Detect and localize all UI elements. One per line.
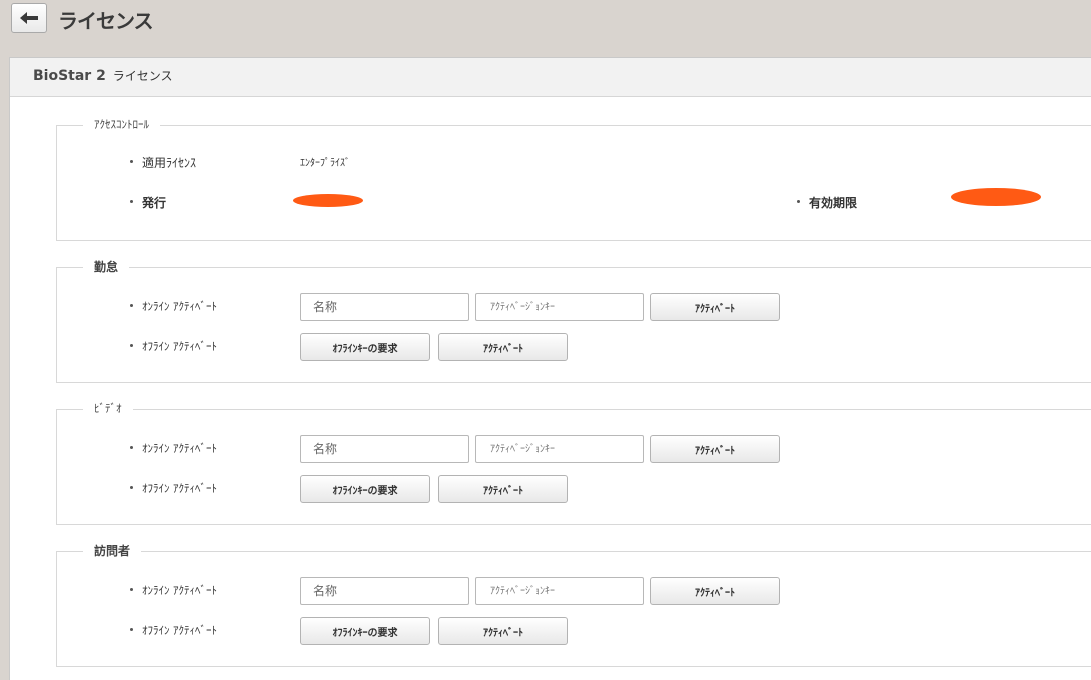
panel-title-sub: ライセンス — [112, 69, 173, 83]
activate-button[interactable]: ｱｸﾃｨﾍﾞｰﾄ — [650, 293, 780, 321]
offline-activate-label: ｵﾌﾗｲﾝ ｱｸﾃｨﾍﾞｰﾄ — [130, 624, 217, 637]
redacted-issued-value — [293, 194, 363, 207]
name-input[interactable] — [300, 577, 469, 605]
offline-activate-button[interactable]: ｱｸﾃｨﾍﾞｰﾄ — [438, 333, 568, 361]
name-input[interactable] — [300, 435, 469, 463]
section-legend: 勤怠 — [83, 258, 130, 275]
redacted-expiry-value — [951, 188, 1041, 206]
back-button[interactable] — [11, 3, 47, 33]
attendance-section: 勤怠 ｵﾝﾗｲﾝ ｱｸﾃｨﾍﾞｰﾄ ｱｸﾃｨﾍﾞｰﾄ ｵﾌﾗｲﾝ ｱｸﾃｨﾍﾞｰ… — [56, 258, 1091, 383]
activate-button[interactable]: ｱｸﾃｨﾍﾞｰﾄ — [650, 435, 780, 463]
offline-activate-button[interactable]: ｱｸﾃｨﾍﾞｰﾄ — [438, 617, 568, 645]
activation-key-input[interactable] — [475, 577, 644, 605]
top-bar: ライセンス — [0, 0, 1091, 56]
panel-title-main: BioStar 2 — [33, 68, 106, 84]
license-panel: BioStar 2 ライセンス ｱｸｾｽｺﾝﾄﾛｰﾙ 適用ﾗｲｾﾝｽ ｴﾝﾀｰﾌ… — [9, 57, 1091, 680]
visitor-section: 訪問者 ｵﾝﾗｲﾝ ｱｸﾃｨﾍﾞｰﾄ ｱｸﾃｨﾍﾞｰﾄ ｵﾌﾗｲﾝ ｱｸﾃｨﾍﾞ… — [56, 542, 1091, 667]
offline-activate-label: ｵﾌﾗｲﾝ ｱｸﾃｨﾍﾞｰﾄ — [130, 340, 217, 353]
panel-title: BioStar 2 ライセンス — [33, 67, 172, 84]
name-input[interactable] — [300, 293, 469, 321]
request-offline-key-button[interactable]: ｵﾌﾗｲﾝｷｰの要求 — [300, 333, 430, 361]
activate-button[interactable]: ｱｸﾃｨﾍﾞｰﾄ — [650, 577, 780, 605]
online-activate-label: ｵﾝﾗｲﾝ ｱｸﾃｨﾍﾞｰﾄ — [130, 300, 217, 313]
online-activate-label: ｵﾝﾗｲﾝ ｱｸﾃｨﾍﾞｰﾄ — [130, 584, 217, 597]
activation-key-input[interactable] — [475, 293, 644, 321]
access-control-section: ｱｸｾｽｺﾝﾄﾛｰﾙ 適用ﾗｲｾﾝｽ ｴﾝﾀｰﾌﾟﾗｲｽﾞ 発行 有効期限 — [56, 116, 1091, 241]
page-title: ライセンス — [58, 9, 154, 33]
section-legend: ｱｸｾｽｺﾝﾄﾛｰﾙ — [83, 116, 160, 132]
online-activate-label: ｵﾝﾗｲﾝ ｱｸﾃｨﾍﾞｰﾄ — [130, 442, 217, 455]
request-offline-key-button[interactable]: ｵﾌﾗｲﾝｷｰの要求 — [300, 475, 430, 503]
offline-activate-label: ｵﾌﾗｲﾝ ｱｸﾃｨﾍﾞｰﾄ — [130, 482, 217, 495]
expiry-label: 有効期限 — [796, 196, 858, 210]
applied-license-label: 適用ﾗｲｾﾝｽ — [129, 156, 197, 170]
applied-license-value: ｴﾝﾀｰﾌﾟﾗｲｽﾞ — [300, 158, 350, 169]
request-offline-key-button[interactable]: ｵﾌﾗｲﾝｷｰの要求 — [300, 617, 430, 645]
offline-activate-button[interactable]: ｱｸﾃｨﾍﾞｰﾄ — [438, 475, 568, 503]
issued-label: 発行 — [129, 196, 167, 210]
arrow-left-icon — [20, 12, 38, 24]
activation-key-input[interactable] — [475, 435, 644, 463]
video-section: ﾋﾞﾃﾞｵ ｵﾝﾗｲﾝ ｱｸﾃｨﾍﾞｰﾄ ｱｸﾃｨﾍﾞｰﾄ ｵﾌﾗｲﾝ ｱｸﾃｨ… — [56, 400, 1091, 525]
panel-header: BioStar 2 ライセンス — [10, 58, 1091, 97]
section-legend: ﾋﾞﾃﾞｵ — [83, 400, 133, 416]
section-legend: 訪問者 — [83, 542, 142, 559]
